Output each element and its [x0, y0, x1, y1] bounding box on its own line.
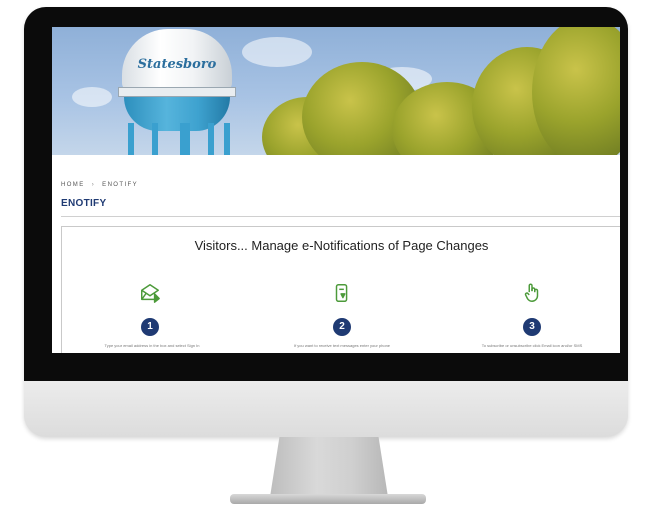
title-divider: [61, 216, 620, 217]
water-tower-bowl: [124, 97, 230, 131]
breadcrumb-current: ENOTIFY: [102, 182, 138, 188]
banner-cloud: [242, 37, 312, 67]
breadcrumb-separator: ›: [91, 182, 96, 188]
email-envelope-icon: [141, 284, 160, 303]
panel-heading: Visitors... Manage e-Notifications of Pa…: [194, 238, 489, 253]
enotify-panel: Visitors... Manage e-Notifications of Pa…: [61, 226, 620, 353]
monitor-stand-neck: [270, 437, 388, 497]
monitor-mockup: Statesboro HOME › ENOTIFY ENOTIFY Visito…: [0, 0, 652, 509]
step-3: 3: [502, 282, 562, 336]
step-number-badge: 1: [141, 318, 159, 336]
banner-tree: [532, 27, 620, 155]
pointer-hand-icon: [524, 283, 539, 302]
page-title: ENOTIFY: [61, 198, 107, 209]
water-tower-leg: [152, 123, 158, 155]
monitor-chin: [24, 381, 628, 437]
step-2: 2: [312, 282, 372, 336]
breadcrumb: HOME › ENOTIFY: [61, 182, 138, 188]
monitor-stand-base: [230, 494, 426, 504]
step-1-text: Type your email address in the box and s…: [104, 343, 200, 348]
header-banner-image: Statesboro: [52, 27, 620, 155]
water-tower-band: [118, 87, 236, 97]
water-tower-leg: [128, 123, 134, 155]
water-tower-leg: [208, 123, 214, 155]
mobile-phone-icon: [335, 284, 348, 302]
water-tower-label: Statesboro: [137, 57, 217, 72]
step-number-badge: 3: [523, 318, 541, 336]
water-tower-leg: [224, 123, 230, 155]
step-3-text: To subscribe or unsubscribe click Email …: [481, 343, 583, 348]
banner-cloud: [72, 87, 112, 107]
step-1: 1: [120, 282, 180, 336]
step-2-text: If you want to receive text messages ent…: [293, 343, 391, 348]
water-tower-leg: [180, 123, 190, 155]
monitor-screen: Statesboro HOME › ENOTIFY ENOTIFY Visito…: [52, 27, 620, 353]
breadcrumb-home-link[interactable]: HOME: [61, 182, 85, 188]
step-number-badge: 2: [333, 318, 351, 336]
